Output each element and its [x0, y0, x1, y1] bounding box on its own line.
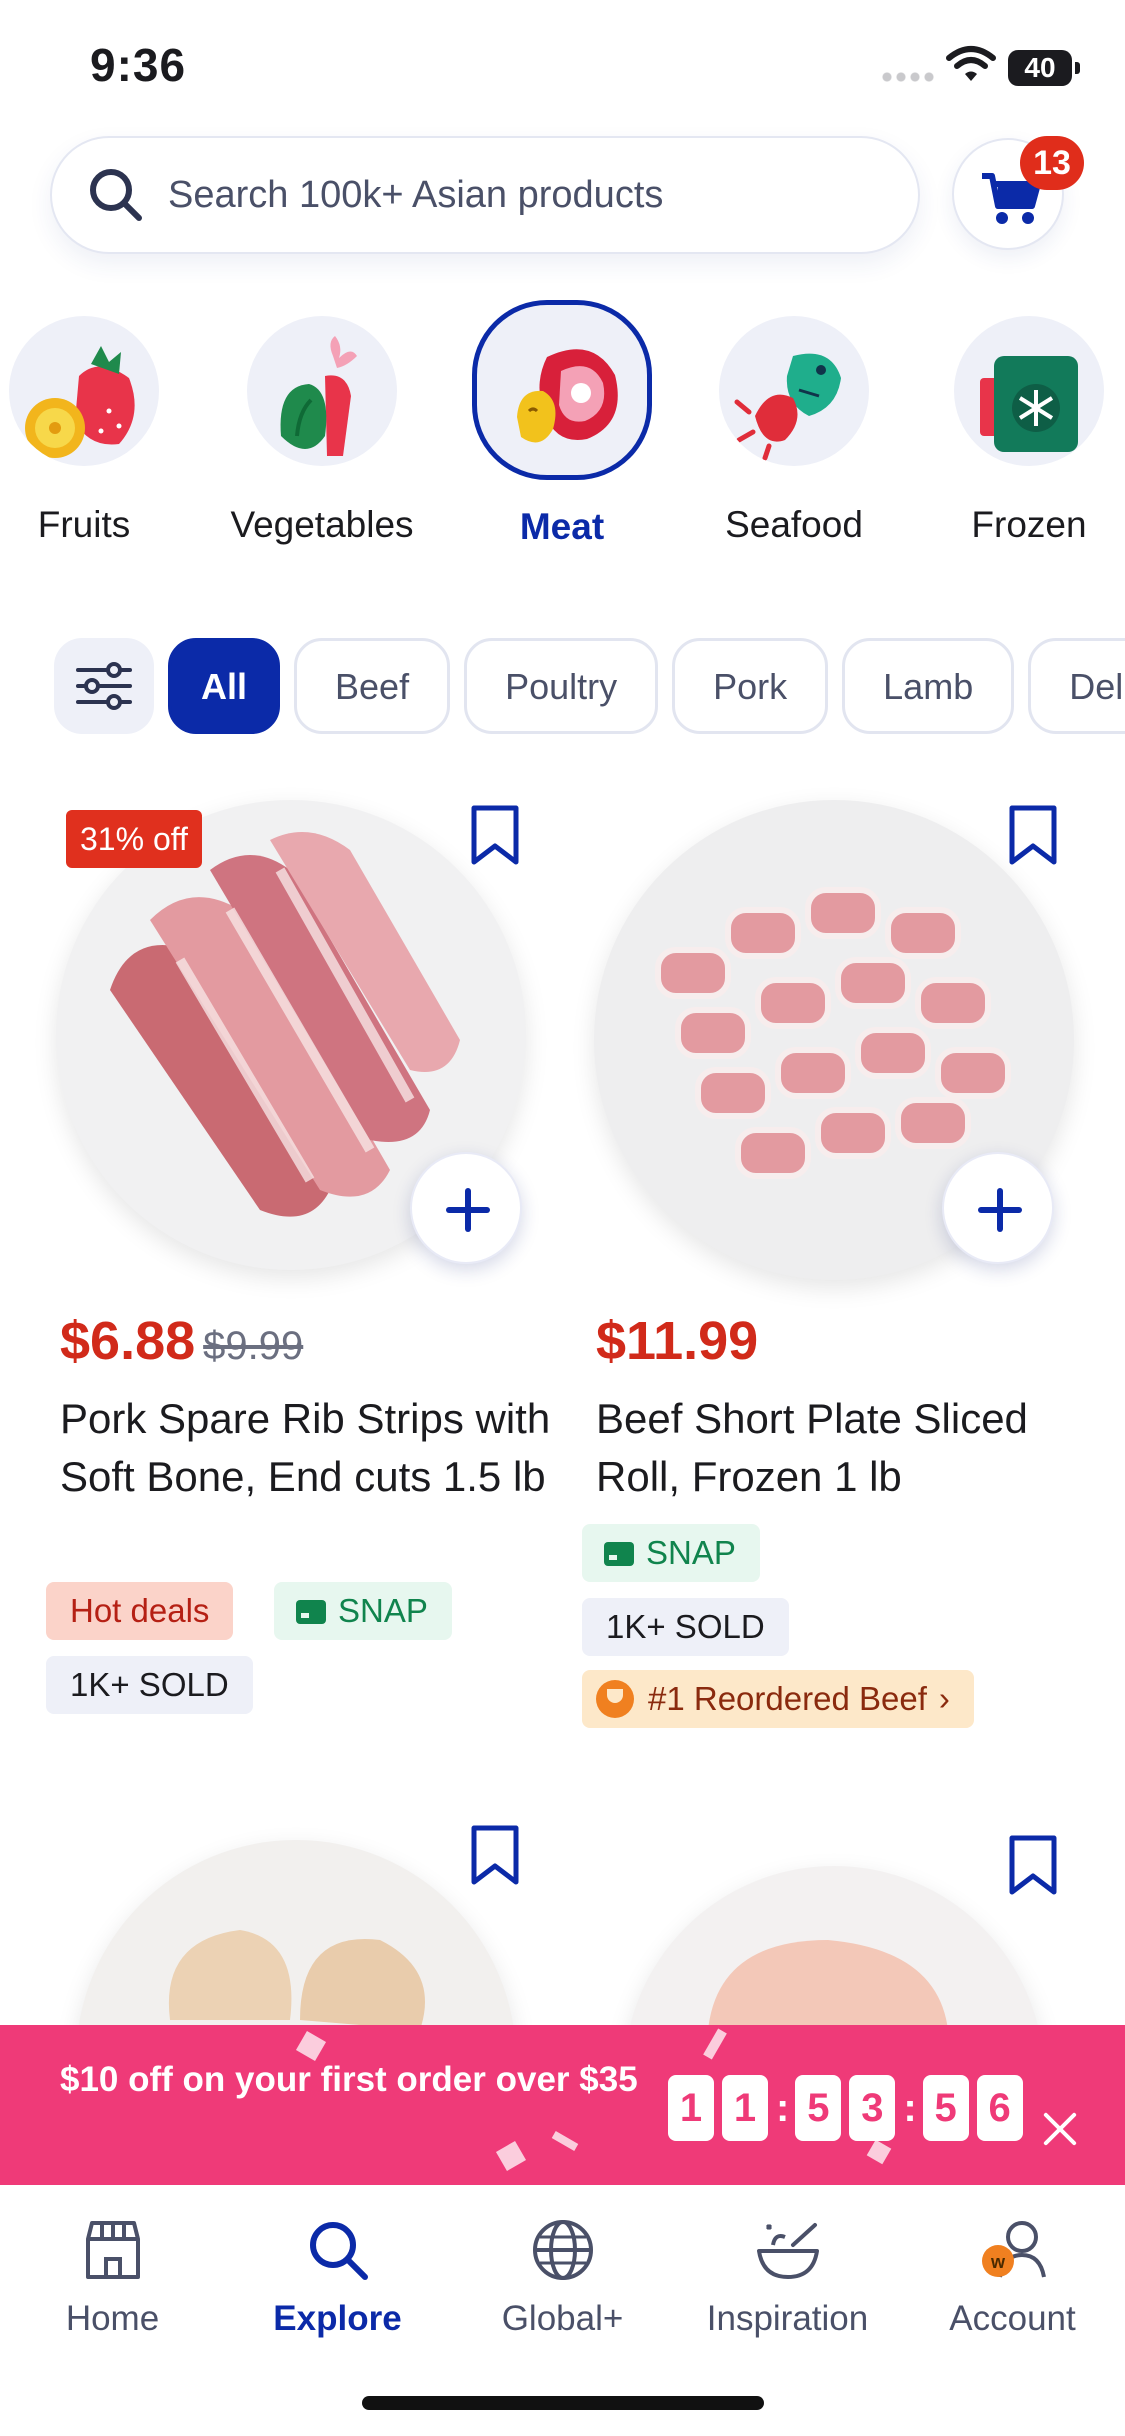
category-fruits[interactable]: Fruits: [0, 296, 184, 546]
vegetables-icon: [280, 336, 357, 456]
timer-digit: 5: [922, 2075, 969, 2141]
nav-home[interactable]: Home: [0, 2215, 225, 2339]
add-to-cart-button[interactable]: [410, 1152, 522, 1264]
nav-label: Explore: [273, 2299, 402, 2338]
bookmark-icon[interactable]: [1006, 804, 1060, 868]
bowl-icon: [756, 2223, 819, 2279]
chip-lamb[interactable]: Lamb: [842, 638, 1015, 734]
fruits-icon: [25, 346, 135, 458]
add-to-cart-button[interactable]: [942, 1152, 1054, 1264]
snap-tag: SNAP: [582, 1524, 760, 1582]
nav-global[interactable]: Global+: [450, 2215, 675, 2339]
search-icon: [309, 2222, 368, 2280]
timer-digit: 6: [976, 2075, 1023, 2141]
category-label: Fruits: [37, 504, 131, 545]
snap-tag: SNAP: [274, 1582, 452, 1640]
filter-settings-button[interactable]: [54, 638, 154, 734]
bookmark-icon[interactable]: [468, 1824, 522, 1888]
globe-icon: [532, 2220, 593, 2280]
snap-card-icon: [604, 1542, 634, 1566]
promo-text: $10 off on your first order over $35: [60, 2060, 638, 2099]
sold-count-tag: 1K+ SOLD: [582, 1598, 789, 1656]
wifi-icon: [946, 46, 996, 81]
sold-count-tag: 1K+ SOLD: [46, 1656, 253, 1714]
category-row: Fruits Vegetables Meat Seafood Frozen: [0, 296, 1125, 556]
product-card[interactable]: [578, 1810, 1098, 2025]
status-bar: 9:36 40: [0, 0, 1125, 130]
search-bar[interactable]: Search 100k+ Asian products: [50, 136, 920, 254]
chicken-image: [168, 1930, 425, 2025]
category-label: Seafood: [725, 504, 863, 545]
category-label: Meat: [519, 506, 605, 547]
snap-card-icon: [296, 1600, 326, 1624]
nav-inspiration[interactable]: Inspiration: [675, 2215, 900, 2339]
meat-icon: [517, 349, 618, 443]
timer-digit: 5: [795, 2075, 842, 2141]
home-indicator: [362, 2396, 764, 2410]
status-time: 9:36: [90, 39, 187, 91]
countdown-timer: 1 1 : 5 3 : 5 6: [668, 2075, 1031, 2141]
category-label: Frozen: [971, 504, 1087, 545]
price: $6.88: [60, 1311, 196, 1371]
account-icon: w: [981, 2221, 1046, 2278]
bookmark-icon[interactable]: [468, 804, 522, 868]
product-card[interactable]: 31% off $6.88 $9.99 Pork Spare Rib Strips…: [40, 790, 560, 1750]
cart-badge: 13: [1020, 136, 1084, 190]
price-row: $11.99: [596, 1310, 758, 1372]
store-icon: [85, 2221, 140, 2279]
timer-digit: 3: [849, 2075, 896, 2141]
hot-deals-tag: Hot deals: [46, 1582, 234, 1640]
bookmark-icon[interactable]: [1006, 1834, 1060, 1898]
svg-text:w: w: [989, 2252, 1005, 2272]
chip-poultry[interactable]: Poultry: [464, 638, 659, 734]
battery-icon: 40: [1008, 50, 1080, 86]
sliders-icon: [76, 662, 132, 710]
chip-all[interactable]: All: [168, 638, 281, 734]
category-vegetables[interactable]: Vegetables: [222, 296, 422, 546]
nav-explore[interactable]: Explore: [225, 2215, 450, 2339]
original-price: $9.99: [203, 1324, 304, 1368]
chicken-breast-image: [708, 1940, 948, 2025]
chip-beef[interactable]: Beef: [294, 638, 451, 734]
nav-label: Global+: [501, 2299, 624, 2338]
seafood-icon: [734, 353, 841, 461]
search-placeholder: Search 100k+ Asian products: [168, 173, 664, 216]
reorder-rank-tag[interactable]: #1 Reordered Beef ›: [582, 1670, 974, 1728]
chip-deli[interactable]: Deli: [1028, 638, 1125, 734]
trophy-icon: [596, 1680, 634, 1718]
timer-digit: 1: [668, 2075, 714, 2141]
chevron-right-icon: ›: [938, 1680, 950, 1717]
product-name: Beef Short Plate Sliced Roll, Frozen 1 l…: [596, 1395, 1028, 1500]
product-card[interactable]: $11.99 Beef Short Plate Sliced Roll, Fro…: [578, 790, 1098, 1750]
nav-account[interactable]: w Account: [900, 2215, 1125, 2339]
frozen-icon: [980, 356, 1078, 452]
cellular-signal-icon: [880, 72, 936, 82]
nav-label: Inspiration: [706, 2299, 869, 2338]
category-label: Vegetables: [230, 504, 414, 545]
promo-banner[interactable]: $10 off on your first order over $35 1 1…: [0, 2025, 1125, 2185]
product-name: Pork Spare Rib Strips with Soft Bone, En…: [60, 1395, 551, 1500]
timer-digit: 1: [722, 2075, 768, 2141]
close-icon[interactable]: [1038, 2107, 1082, 2151]
price: $11.99: [596, 1311, 759, 1371]
product-card[interactable]: [40, 1810, 560, 2025]
price-row: $6.88 $9.99: [60, 1310, 303, 1372]
nav-label: Home: [65, 2299, 160, 2338]
category-frozen[interactable]: Frozen: [929, 296, 1125, 546]
filter-chip-row: AllBeefPoultryPorkLambDeli: [54, 638, 1125, 734]
category-seafood[interactable]: Seafood: [694, 296, 894, 546]
discount-badge: 31% off: [66, 810, 202, 868]
category-meat[interactable]: Meat: [462, 296, 662, 548]
search-icon: [90, 169, 142, 221]
nav-label: Account: [949, 2299, 1076, 2338]
chip-pork[interactable]: Pork: [672, 638, 829, 734]
